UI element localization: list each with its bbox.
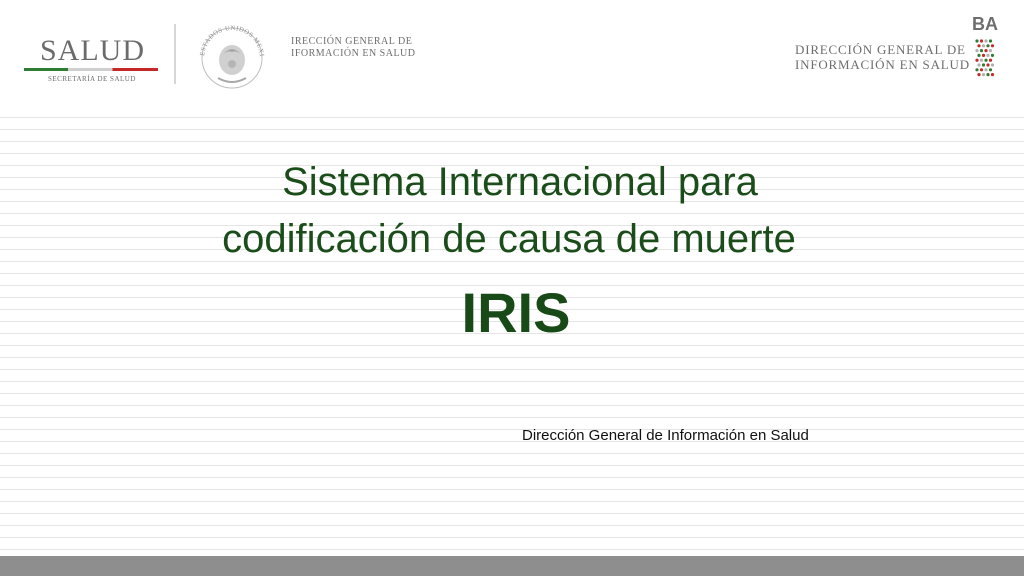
logo-dot [988, 58, 993, 62]
dgis-right-line1: DIRECCIÓN GENERAL DE [795, 42, 966, 57]
salud-logo: SALUD SECRETARÍA DE SALUD [24, 30, 160, 86]
logo-dot [977, 73, 981, 77]
acronym-heading: IRIS [461, 281, 571, 344]
logo-dot [981, 44, 986, 48]
logo-dot [979, 68, 984, 72]
logo-dot [984, 39, 988, 43]
logo-dot [975, 49, 979, 53]
title-line-2: codificación de causa de muerte [222, 217, 796, 261]
logo-dot [981, 53, 986, 57]
dgis-logo-right: DIRECCIÓN GENERAL DE INFORMACIÓN EN SALU… [795, 42, 970, 72]
logo-dot [975, 58, 979, 62]
logo-dot [990, 44, 994, 48]
logo-dot [988, 68, 993, 72]
logo-dot [977, 44, 981, 48]
logo-dot [979, 58, 984, 62]
dgis-small-line2: IFORMACIÓN EN SALUD [291, 48, 416, 59]
subtitle-text: Dirección General de Información en Salu… [522, 427, 809, 444]
salud-logo-stripe [24, 68, 158, 71]
header-divider [174, 24, 176, 84]
salud-logo-subtitle: SECRETARÍA DE SALUD [48, 75, 136, 83]
logo-dot [979, 39, 984, 43]
logo-dot [986, 63, 990, 67]
logo-dot [988, 39, 993, 43]
logo-dot [984, 58, 988, 62]
dgis-logo-small: IRECCIÓN GENERAL DE IFORMACIÓN EN SALUD [291, 36, 416, 60]
logo-dot [981, 63, 986, 67]
logo-dot [990, 73, 994, 77]
title-line-1: Sistema Internacional para [282, 160, 758, 204]
logo-dot [988, 49, 993, 53]
dgis-right-line2: INFORMACIÓN EN SALUD [795, 57, 970, 72]
logo-dot [977, 53, 981, 57]
footer-bar [0, 556, 1024, 576]
slide-title: Sistema Internacional para codificación … [0, 154, 1024, 268]
dots-logo-icon [975, 39, 994, 77]
logo-dot [986, 53, 990, 57]
logo-dot [986, 44, 990, 48]
logo-dot [977, 63, 981, 67]
logo-dot [981, 73, 986, 77]
corner-logo-text: BA [972, 14, 998, 34]
dgis-small-line1: IRECCIÓN GENERAL DE [291, 36, 413, 47]
slide-header: SALUD SECRETARÍA DE SALUD ESTADOS UNIDOS… [0, 0, 1024, 106]
logo-dot [990, 53, 994, 57]
logo-dot [975, 68, 979, 72]
logo-dot [986, 73, 990, 77]
logo-dot [984, 49, 988, 53]
logo-dot [984, 68, 988, 72]
salud-logo-word: SALUD [40, 34, 146, 67]
logo-dot [990, 63, 994, 67]
logo-dot [975, 39, 979, 43]
logo-dot [979, 49, 984, 53]
mexico-seal-icon: ESTADOS UNIDOS MEXICANOS [194, 20, 264, 89]
